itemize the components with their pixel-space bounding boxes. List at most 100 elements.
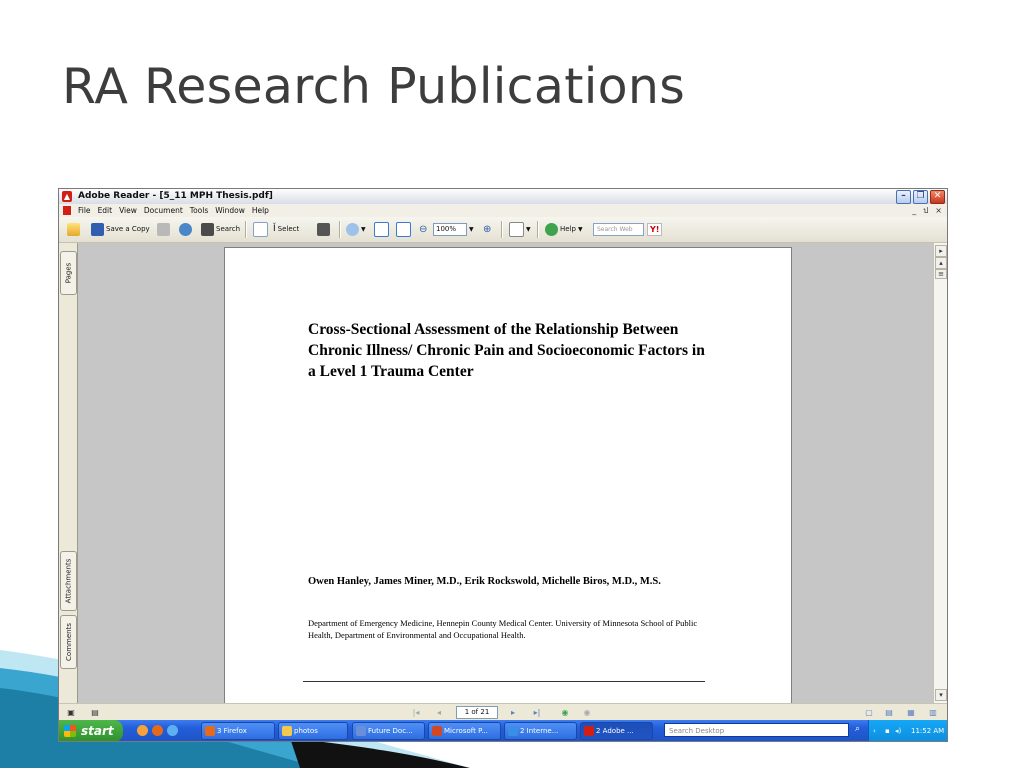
messenger-icon[interactable] [137,725,148,736]
scroll-thumb[interactable]: ≡ [935,269,947,279]
taskbar-item-powerpoint[interactable]: Microsoft P... [428,722,501,740]
tab-pages-label: Pages [64,262,73,284]
window-title-bar[interactable]: ▲ Adobe Reader - [5_11 MPH Thesis.pdf] –… [59,189,947,205]
status-bar: ▣ ▤ |◂ ◂ 1 of 21 ▸ ▸| ◉ ◉ ▢ ▤ ▦ ▥ [59,703,947,721]
menu-view[interactable]: View [119,204,137,217]
minimize-button[interactable]: – [896,190,911,204]
taskbar-item-adobe[interactable]: 2 Adobe ... [580,722,653,740]
scroll-down-button[interactable]: ▾ [935,689,947,701]
tray-expand-icon[interactable]: ‹ [873,720,876,741]
taskbar-item-photos[interactable]: photos [278,722,348,740]
print-button[interactable] [157,222,170,237]
page-layout-dropdown-icon: ▼ [526,226,531,233]
tab-pages[interactable]: Pages [60,251,77,295]
facing-view-icon[interactable]: ▦ [905,707,917,718]
go-forward-icon[interactable]: ◉ [581,707,593,718]
email-icon [179,223,192,236]
zoom-dropdown-icon: ▼ [469,226,474,233]
help-label: Help [560,225,576,233]
tab-comments-label: Comments [64,623,73,661]
actual-size-button[interactable] [374,222,389,237]
text-cursor-icon: Ǐ [273,224,276,234]
doc-minimize-button[interactable]: _ [912,204,916,217]
tab-comments[interactable]: Comments [60,615,77,669]
magnifier-icon [346,223,359,236]
search-button[interactable]: Search [201,222,240,237]
menu-tools[interactable]: Tools [190,204,208,217]
email-button[interactable] [179,222,192,237]
help-button[interactable]: Help ▼ [545,222,583,237]
taskbar-item-firefox[interactable]: 3 Firefox [201,722,275,740]
powerpoint-icon [432,726,442,736]
zoom-in-button[interactable]: ⊕ [483,222,491,237]
taskbar-item-label: Microsoft P... [444,727,488,735]
zoom-out-button[interactable]: ⊖ [419,222,427,237]
restore-button[interactable]: ❐ [913,190,928,204]
single-page-view-icon[interactable]: ▢ [863,707,875,718]
toolbar: Save a Copy Search Ǐ Select ▼ ⊖ 100% ▼ ⊕… [59,217,947,243]
taskbar-item-internet-explorer[interactable]: 2 Interne... [504,722,577,740]
vertical-scrollbar[interactable]: ▸ ▴ ≡ ▾ [933,243,947,703]
quick-launch-bar [137,725,178,736]
menu-window[interactable]: Window [215,204,245,217]
next-page-button[interactable]: ▸ [507,707,519,718]
yahoo-search-button[interactable]: Y! [647,222,663,237]
internet-explorer-quicklaunch-icon[interactable] [167,725,178,736]
firefox-quicklaunch-icon[interactable] [152,725,163,736]
scroll-up-button[interactable]: ▴ [935,257,947,269]
open-button[interactable] [67,222,80,237]
page-layout-button[interactable]: ▼ [509,222,531,237]
actual-size-icon [374,222,389,237]
zoom-tool-button[interactable]: ▼ [346,222,366,237]
select-tool-button[interactable]: Ǐ Select [273,222,299,237]
menu-edit[interactable]: Edit [98,204,113,217]
fit-width-button[interactable] [396,222,411,237]
network-icon[interactable]: ▪ [885,720,890,741]
zoom-level-select[interactable]: 100% ▼ [433,222,474,237]
panel-toggle-icon[interactable]: ▣ [65,707,77,718]
page-number-field[interactable]: 1 of 21 [456,706,498,719]
taskbar-item-future-doc[interactable]: Future Doc... [352,722,425,740]
search-web-field[interactable]: Search Web [593,223,644,236]
document-icon [356,726,366,736]
first-page-button[interactable]: |◂ [410,707,422,718]
adobe-reader-icon [584,726,594,736]
document-menu-icon[interactable] [63,206,71,215]
go-back-icon[interactable]: ◉ [559,707,571,718]
continuous-facing-view-icon[interactable]: ▥ [927,707,939,718]
navigation-panel: Pages Attachments Comments [59,243,78,703]
chevron-down-icon: ▼ [361,226,366,233]
previous-page-button[interactable]: ◂ [433,707,445,718]
menu-items: File Edit View Document Tools Window Hel… [78,204,269,217]
menu-help[interactable]: Help [252,204,269,217]
menu-bar: File Edit View Document Tools Window Hel… [59,204,947,217]
hand-tool-button[interactable] [253,222,268,237]
firefox-icon [205,726,215,736]
hand-icon [253,222,268,237]
doc-restore-button[interactable]: ป [923,204,928,217]
split-arrow-icon[interactable]: ▸ [935,245,947,257]
adobe-reader-icon: ▲ [62,191,72,202]
doc-close-button[interactable]: × [935,204,942,217]
clock: 11:52 AM [911,727,945,735]
footnote-divider [303,681,705,682]
save-copy-button[interactable]: Save a Copy [91,222,150,237]
tab-attachments[interactable]: Attachments [60,551,77,611]
search-icon[interactable]: ⌕ [855,724,860,734]
menu-document[interactable]: Document [144,204,183,217]
desktop-search-input[interactable]: Search Desktop [664,723,849,737]
document-affiliation: Department of Emergency Medicine, Hennep… [308,618,698,640]
volume-icon[interactable]: ◂) [895,720,901,741]
continuous-view-icon[interactable]: ▤ [883,707,895,718]
save-icon [91,223,104,236]
camera-icon [317,223,330,236]
adobe-reader-window: ▲ Adobe Reader - [5_11 MPH Thesis.pdf] –… [58,188,948,742]
close-button[interactable]: ✕ [930,190,945,204]
last-page-button[interactable]: ▸| [531,707,543,718]
search-web-input[interactable]: Search Web [593,222,644,237]
menu-file[interactable]: File [78,204,91,217]
document-view[interactable]: Cross-Sectional Assessment of the Relati… [78,243,933,703]
snapshot-button[interactable] [317,222,330,237]
start-button[interactable]: start [59,720,123,741]
page-info-icon[interactable]: ▤ [89,707,101,718]
